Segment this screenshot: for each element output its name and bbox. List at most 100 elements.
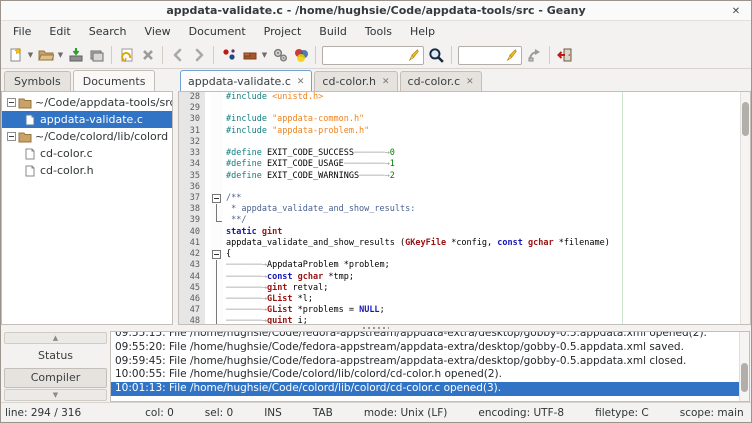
status-insert-mode: INS — [264, 407, 282, 419]
fold-collapse-icon[interactable] — [212, 194, 221, 203]
code-text — [223, 137, 226, 148]
tabs-scroll-up-icon[interactable]: ▲ — [4, 332, 107, 344]
tree-file-row[interactable]: appdata-validate.c — [2, 111, 172, 128]
code-line: 45───────→gint retval; — [179, 283, 750, 294]
quit-button[interactable] — [554, 44, 575, 66]
navigate-back-button[interactable] — [167, 44, 188, 66]
code-line: 31#include "appdata-problem.h" — [179, 126, 750, 137]
editor-scrollbar-thumb[interactable] — [742, 102, 749, 136]
menu-search[interactable]: Search — [80, 21, 136, 42]
menu-help[interactable]: Help — [401, 21, 444, 42]
tab-close-icon[interactable]: ✕ — [466, 77, 474, 87]
tree-folder-row[interactable]: ~/Code/colord/lib/colord — [2, 128, 172, 145]
goto-line-input[interactable] — [462, 49, 504, 62]
line-number: 33 — [179, 148, 205, 159]
expander-icon[interactable] — [6, 98, 17, 107]
tab-close-icon[interactable]: ✕ — [297, 77, 305, 87]
status-message-row[interactable]: 09:55:15: File /home/hughsie/Code/fedora… — [111, 331, 739, 341]
status-message-row[interactable]: 09:59:45: File /home/hughsie/Code/fedora… — [111, 355, 739, 369]
line-number: 29 — [179, 103, 205, 114]
navigate-forward-button[interactable] — [188, 44, 209, 66]
fold-margin — [211, 137, 223, 148]
clear-goto-icon[interactable] — [504, 48, 518, 62]
message-tab-status[interactable]: Status — [4, 345, 107, 366]
code-line: 30#include "appdata-common.h" — [179, 114, 750, 125]
sidebar-tab-documents[interactable]: Documents — [73, 70, 156, 91]
code-line: 34#define EXIT_CODE_USAGE────────→1 — [179, 159, 750, 170]
editor-tab-cd-color.h[interactable]: cd-color.h✕ — [314, 71, 397, 91]
fold-margin — [211, 103, 223, 114]
file-icon — [22, 114, 38, 126]
status-message-list[interactable]: 09:55:15: File /home/hughsie/Code/fedora… — [110, 331, 750, 402]
message-scrollbar-thumb[interactable] — [741, 363, 748, 392]
code-line: 47───────→GList *problems = NULL; — [179, 305, 750, 316]
fold-margin — [211, 126, 223, 137]
window-close-icon[interactable]: ✕ — [729, 4, 743, 18]
compile-button[interactable] — [218, 44, 239, 66]
file-icon — [22, 148, 38, 160]
code-text — [223, 103, 226, 114]
code-line: 46───────→GList *l; — [179, 294, 750, 305]
status-message-row[interactable]: 10:00:55: File /home/hughsie/Code/colord… — [111, 368, 739, 382]
tree-file-row[interactable]: cd-color.c — [2, 145, 172, 162]
goto-line-button[interactable] — [524, 44, 545, 66]
editor-tab-appdata-validate.c[interactable]: appdata-validate.c✕ — [180, 70, 312, 91]
tree-folder-row[interactable]: ~/Code/appdata-tools/src — [2, 94, 172, 111]
message-scrollbar[interactable] — [739, 332, 749, 401]
menu-document[interactable]: Document — [180, 21, 255, 42]
run-button[interactable] — [269, 44, 290, 66]
code-editor[interactable]: 28#include <unistd.h>2930#include "appda… — [178, 91, 751, 325]
fold-margin[interactable] — [211, 193, 223, 204]
search-input[interactable] — [326, 49, 406, 62]
find-button[interactable] — [426, 44, 447, 66]
editor-panel: appdata-validate.c✕cd-color.h✕cd-color.c… — [178, 69, 751, 325]
line-number: 39 — [179, 215, 205, 226]
code-line: 37/** — [179, 193, 750, 204]
tabs-scroll-down-icon[interactable]: ▼ — [4, 389, 107, 401]
status-message-row[interactable]: 10:01:13: File /home/hughsie/Code/colord… — [111, 382, 739, 396]
code-text: #include "appdata-common.h" — [223, 114, 364, 125]
build-dropdown-icon[interactable]: ▼ — [260, 44, 269, 66]
menu-edit[interactable]: Edit — [40, 21, 79, 42]
fold-collapse-icon[interactable] — [212, 250, 221, 259]
open-file-dropdown-icon[interactable]: ▼ — [56, 44, 65, 66]
build-button[interactable] — [239, 44, 260, 66]
toolbar-separator — [213, 46, 214, 64]
sidebar-tab-symbols[interactable]: Symbols — [4, 71, 71, 91]
save-all-button[interactable] — [86, 44, 107, 66]
editor-scrollbar[interactable] — [740, 92, 750, 324]
color-chooser-button[interactable] — [290, 44, 311, 66]
menu-build[interactable]: Build — [310, 21, 356, 42]
expander-icon[interactable] — [6, 132, 17, 141]
revert-button[interactable] — [116, 44, 137, 66]
code-line: 33#define EXIT_CODE_SUCCESS──────→0 — [179, 148, 750, 159]
splitter-handle[interactable] — [363, 327, 389, 329]
code-line: 38 * appdata_validate_and_show_results: — [179, 204, 750, 215]
code-text: ───────→const gchar *tmp; — [223, 272, 354, 283]
tree-file-label: cd-color.h — [38, 164, 94, 177]
code-text: ───────→AppdataProblem *problem; — [223, 260, 390, 271]
message-tab-compiler[interactable]: Compiler — [4, 368, 107, 389]
menu-view[interactable]: View — [136, 21, 180, 42]
code-text: #define EXIT_CODE_WARNINGS─────→2 — [223, 171, 395, 182]
line-number: 36 — [179, 182, 205, 193]
main-area: SymbolsDocuments ~/Code/appdata-tools/sr… — [1, 69, 751, 325]
new-document-dropdown-icon[interactable]: ▼ — [26, 44, 35, 66]
save-button[interactable] — [65, 44, 86, 66]
menu-tools[interactable]: Tools — [356, 21, 401, 42]
fold-margin[interactable] — [211, 249, 223, 260]
open-file-button[interactable] — [35, 44, 56, 66]
status-message-row[interactable]: 09:55:20: File /home/hughsie/Code/fedora… — [111, 341, 739, 355]
editor-tab-cd-color.c[interactable]: cd-color.c✕ — [400, 71, 482, 91]
clear-search-icon[interactable] — [406, 48, 420, 62]
statusbar: line: 294 / 316col: 0sel: 0INSTABmode: U… — [1, 402, 751, 422]
code-line: 39 **/ — [179, 215, 750, 226]
tab-close-icon[interactable]: ✕ — [382, 77, 390, 87]
close-document-button[interactable] — [137, 44, 158, 66]
new-document-button[interactable] — [5, 44, 26, 66]
menu-project[interactable]: Project — [255, 21, 311, 42]
code-text: #define EXIT_CODE_USAGE────────→1 — [223, 159, 395, 170]
fold-margin — [211, 92, 223, 103]
menu-file[interactable]: File — [4, 21, 40, 42]
tree-file-row[interactable]: cd-color.h — [2, 162, 172, 179]
